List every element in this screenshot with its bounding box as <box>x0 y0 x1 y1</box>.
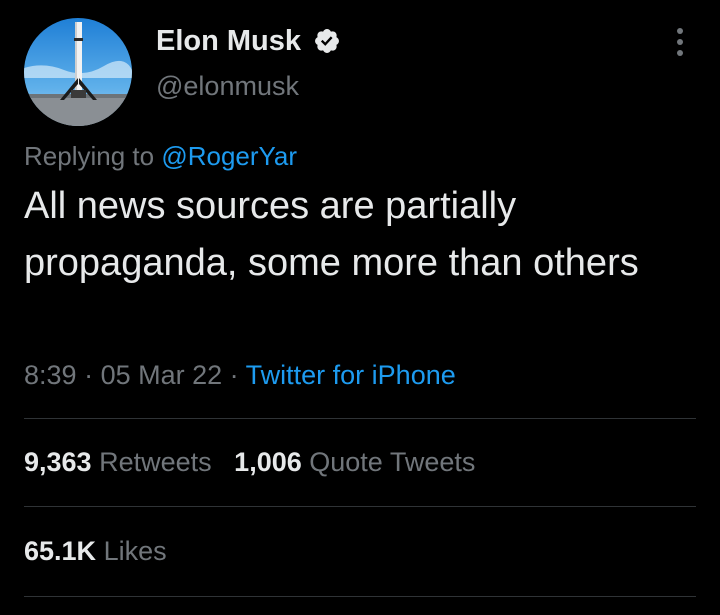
divider <box>24 596 696 597</box>
avatar[interactable] <box>24 18 132 126</box>
retweets-count: 9,363 <box>24 447 92 477</box>
likes-label: Likes <box>103 536 167 566</box>
author-handle[interactable]: @elonmusk <box>156 69 299 103</box>
more-dot <box>677 50 683 56</box>
likes-count: 65.1K <box>24 536 97 566</box>
more-dot <box>677 28 683 34</box>
meta-separator: · <box>222 360 246 390</box>
stats-row-likes: 65.1K Likes <box>24 533 167 569</box>
more-dot <box>677 39 683 45</box>
likes-stat[interactable]: 65.1K Likes <box>24 536 167 566</box>
stats-row-retweets: 9,363 Retweets 1,006 Quote Tweets <box>24 444 475 480</box>
retweets-label: Retweets <box>99 447 212 477</box>
replying-to: Replying to @RogerYar <box>24 139 297 173</box>
verified-badge-icon <box>315 29 339 53</box>
replying-to-label: Replying to <box>24 141 162 171</box>
tweet-time[interactable]: 8:39 <box>24 360 77 390</box>
meta-separator: · <box>76 360 101 390</box>
quote-tweets-stat[interactable]: 1,006 Quote Tweets <box>234 447 475 477</box>
author-display-name[interactable]: Elon Musk <box>156 24 301 58</box>
divider <box>24 506 696 507</box>
tweet-text: All news sources are partially propagand… <box>24 185 639 284</box>
rocket-booster-avatar-icon <box>24 18 132 126</box>
retweets-stat[interactable]: 9,363 Retweets <box>24 447 212 477</box>
tweet-date[interactable]: 05 Mar 22 <box>101 360 223 390</box>
quote-tweets-count: 1,006 <box>234 447 302 477</box>
tweet-meta: 8:39 · 05 Mar 22 · Twitter for iPhone <box>24 357 456 393</box>
tweet-source: Twitter for iPhone <box>245 360 456 390</box>
divider <box>24 418 696 419</box>
quote-tweets-label: Quote Tweets <box>309 447 476 477</box>
reply-to-handle-link[interactable]: @RogerYar <box>161 141 297 171</box>
more-options-icon[interactable] <box>662 24 698 60</box>
